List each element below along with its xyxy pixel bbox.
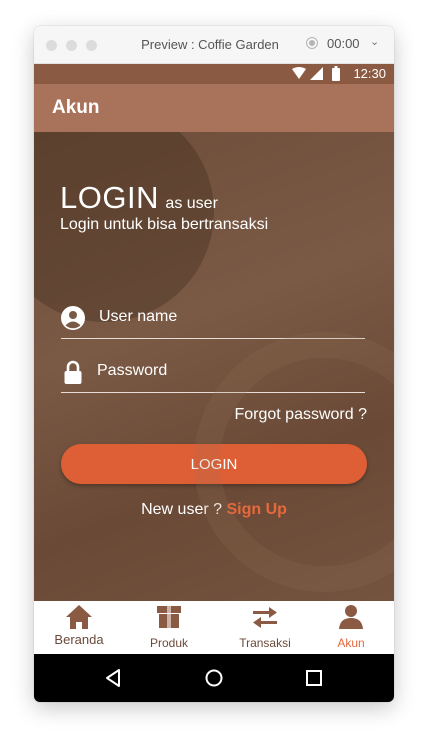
android-navigation-bar bbox=[34, 654, 394, 702]
wifi-icon bbox=[292, 67, 306, 79]
window-zoom-button[interactable] bbox=[86, 40, 97, 51]
page-title: Akun bbox=[52, 97, 100, 118]
nav-label-beranda: Beranda bbox=[54, 632, 104, 647]
nav-label-akun: Akun bbox=[337, 636, 365, 650]
nav-item-akun[interactable]: Akun bbox=[306, 601, 394, 654]
login-heading: LOGIN as user bbox=[60, 180, 218, 216]
lock-icon bbox=[64, 360, 82, 384]
password-field[interactable] bbox=[61, 358, 365, 393]
user-circle-icon bbox=[61, 306, 85, 330]
timer-readout: 00:00 bbox=[327, 36, 360, 51]
window-title: Preview : Coffie Garden bbox=[141, 37, 279, 52]
login-panel: LOGIN as user Login untuk bisa bertransa… bbox=[34, 132, 394, 601]
nav-item-produk[interactable]: Produk bbox=[124, 601, 214, 654]
person-icon bbox=[339, 605, 363, 629]
bottom-navigation: Beranda Produk Transaksi Akun bbox=[34, 601, 394, 654]
box-icon bbox=[157, 606, 181, 628]
login-subtitle: Login untuk bisa bertransaksi bbox=[60, 216, 269, 233]
username-input[interactable] bbox=[99, 308, 349, 326]
battery-icon bbox=[332, 66, 340, 81]
window-minimize-button[interactable] bbox=[66, 40, 77, 51]
status-time: 12:30 bbox=[353, 66, 386, 81]
new-user-prompt: New user ? Sign Up bbox=[34, 501, 394, 519]
window-titlebar: Preview : Coffie Garden 00:00 ⌄ bbox=[34, 26, 394, 64]
swap-arrows-icon bbox=[253, 607, 277, 628]
username-field[interactable] bbox=[61, 304, 365, 339]
record-icon[interactable] bbox=[306, 37, 318, 49]
nav-label-transaksi: Transaksi bbox=[239, 636, 291, 650]
new-user-label: New user ? bbox=[141, 501, 223, 518]
nav-label-produk: Produk bbox=[149, 636, 189, 650]
forgot-password-link[interactable]: Forgot password ? bbox=[234, 406, 367, 424]
sign-up-link[interactable]: Sign Up bbox=[226, 501, 286, 518]
home-button-icon[interactable] bbox=[204, 668, 224, 688]
app-preview-window: Preview : Coffie Garden 00:00 ⌄ 12:30 Ak… bbox=[34, 26, 394, 702]
status-bar: 12:30 bbox=[34, 64, 394, 84]
home-icon bbox=[66, 605, 92, 629]
login-title-suffix: as user bbox=[165, 195, 218, 212]
app-bar: Akun bbox=[34, 84, 394, 132]
password-input[interactable] bbox=[97, 362, 347, 380]
recents-icon[interactable] bbox=[304, 668, 324, 688]
signal-icon bbox=[310, 67, 323, 80]
nav-item-transaksi[interactable]: Transaksi bbox=[220, 601, 310, 654]
back-icon[interactable] bbox=[104, 668, 124, 688]
window-close-button[interactable] bbox=[46, 40, 57, 51]
nav-item-beranda[interactable]: Beranda bbox=[34, 601, 124, 654]
chevron-down-icon[interactable]: ⌄ bbox=[370, 35, 379, 48]
login-button[interactable]: LOGIN bbox=[61, 444, 367, 484]
login-title: LOGIN bbox=[60, 180, 159, 215]
